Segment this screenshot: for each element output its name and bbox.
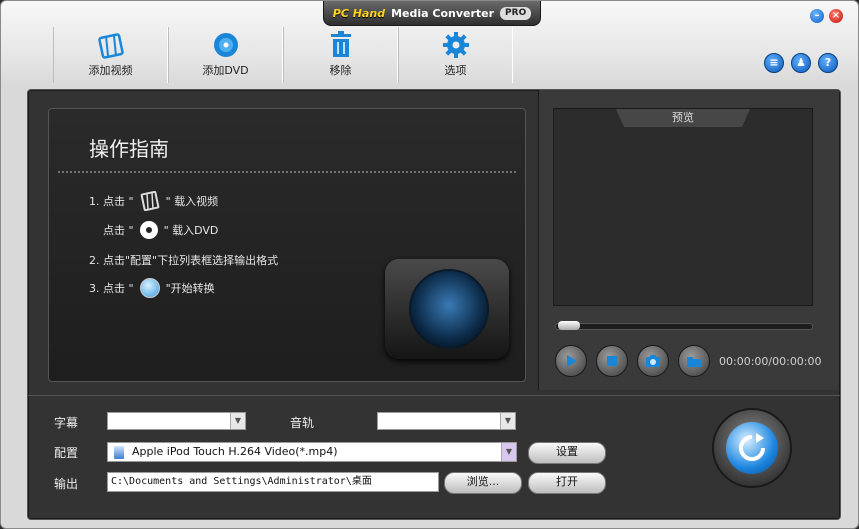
time-readout: 00:00:00/00:00:00 <box>719 355 822 368</box>
film-icon <box>97 33 124 59</box>
add-dvd-button[interactable]: 添加DVD <box>168 27 283 83</box>
decorative-logo <box>385 259 509 359</box>
stop-button[interactable] <box>596 345 628 377</box>
main-area: 操作指南 1. 点击 " " 载入视频 点击 " " 载入DVD 2. 点击"配… <box>27 89 841 520</box>
user-button[interactable]: ♟ <box>791 53 811 73</box>
preview-panel: 预览 00:00:00/00:00:00 <box>538 90 839 390</box>
subtitle-select[interactable]: ▼ <box>107 412 246 430</box>
remove-label: 移除 <box>329 64 352 77</box>
step3-prefix: 3. 点击 " <box>89 282 134 295</box>
open-button[interactable]: 打开 <box>528 472 606 494</box>
help-button[interactable]: ? <box>818 53 838 73</box>
minimize-icon: – <box>814 10 820 21</box>
snapshot-button[interactable] <box>637 345 669 377</box>
list-button[interactable]: ≡ <box>764 53 784 73</box>
preview-title: 预览 <box>616 109 750 127</box>
decorative-lens-icon <box>409 269 489 349</box>
remove-button[interactable]: 移除 <box>283 27 398 83</box>
options-button[interactable]: 选项 <box>398 27 513 83</box>
profile-label: 配置 <box>54 446 79 460</box>
play-button[interactable] <box>555 345 587 377</box>
convert-icon <box>726 422 778 474</box>
seek-slider-thumb[interactable] <box>558 321 580 330</box>
step1-prefix: 1. 点击 " <box>89 195 134 208</box>
gear-icon <box>442 32 469 58</box>
audio-track-label: 音轨 <box>290 416 315 430</box>
add-dvd-label: 添加DVD <box>202 64 249 77</box>
pro-badge: PRO <box>500 6 532 20</box>
dvd-icon <box>213 33 238 57</box>
step1b-prefix: 点击 " <box>103 224 134 237</box>
list-icon: ≡ <box>769 56 779 69</box>
chevron-down-icon: ▼ <box>230 413 245 429</box>
open-folder-button[interactable] <box>678 345 710 377</box>
step1b-suffix: " 载入DVD <box>163 224 219 237</box>
chevron-down-icon: ▼ <box>500 413 515 429</box>
user-icon: ♟ <box>796 56 806 69</box>
preview-screen: 预览 <box>553 108 813 306</box>
folder-icon <box>687 357 701 367</box>
minimize-button[interactable]: – <box>810 9 824 23</box>
guide-step-3: 3. 点击 " "开始转换 <box>89 278 215 298</box>
convert-icon <box>139 278 160 298</box>
step2-text: 2. 点击"配置"下拉列表框选择输出格式 <box>89 254 279 267</box>
guide-panel: 操作指南 1. 点击 " " 载入视频 点击 " " 载入DVD 2. 点击"配… <box>48 108 526 382</box>
close-icon: × <box>831 10 841 21</box>
options-label: 选项 <box>444 64 467 77</box>
camera-icon <box>646 355 660 367</box>
browse-button[interactable]: 浏览... <box>444 472 522 494</box>
guide-step-1b: 点击 " " 载入DVD <box>103 221 218 239</box>
chevron-down-icon: ▼ <box>501 443 516 461</box>
guide-title: 操作指南 <box>89 137 169 161</box>
step1-suffix: " 载入视频 <box>165 195 219 208</box>
help-icon: ? <box>824 56 832 69</box>
title-plate: PC Hand Media Converter PRO <box>323 1 541 26</box>
stop-icon <box>607 356 617 366</box>
guide-step-1: 1. 点击 " " 载入视频 <box>89 191 218 211</box>
close-button[interactable]: × <box>829 9 843 23</box>
seek-slider[interactable] <box>555 321 813 330</box>
play-icon <box>567 355 577 367</box>
settings-button[interactable]: 设置 <box>528 442 606 464</box>
add-video-label: 添加视频 <box>88 64 133 77</box>
convert-button[interactable] <box>712 408 792 488</box>
audio-track-select[interactable]: ▼ <box>377 412 516 430</box>
output-label: 输出 <box>54 477 79 491</box>
add-video-button[interactable]: 添加视频 <box>53 27 168 83</box>
trash-icon <box>330 31 351 57</box>
dvd-icon <box>139 221 158 239</box>
profile-value: Apple iPod Touch H.264 Video(*.mp4) <box>132 445 338 458</box>
ipod-icon <box>114 446 124 459</box>
output-path-input[interactable]: C:\Documents and Settings\Administrator\… <box>107 472 439 492</box>
step3-suffix: "开始转换 <box>165 282 215 295</box>
brand-logo: PC Hand <box>332 6 386 20</box>
toolbar: 添加视频 添加DVD 移除 选项 <box>53 27 513 83</box>
profile-select[interactable]: Apple iPod Touch H.264 Video(*.mp4) ▼ <box>107 442 517 462</box>
settings-area: 字幕 ▼ 音轨 ▼ 配置 Apple iPod Touch H.264 Vide… <box>28 395 840 520</box>
film-icon <box>140 191 159 211</box>
app-title: Media Converter <box>391 6 495 20</box>
guide-step-2: 2. 点击"配置"下拉列表框选择输出格式 <box>89 252 278 268</box>
subtitle-label: 字幕 <box>54 416 79 430</box>
app-window: PC Hand Media Converter PRO – × 添加视频 添加D… <box>0 0 859 529</box>
guide-separator <box>57 170 517 174</box>
